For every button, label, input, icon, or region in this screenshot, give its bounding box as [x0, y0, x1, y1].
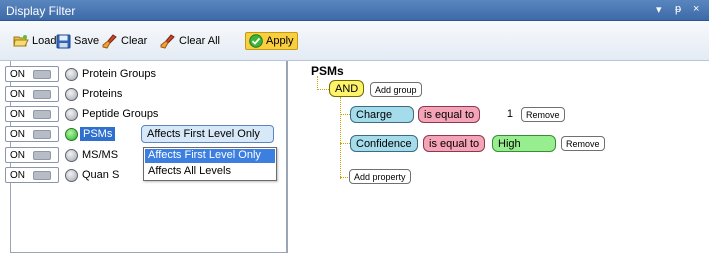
scope-option[interactable]: Affects First Level Only — [145, 149, 275, 163]
group-operator-pill[interactable]: AND — [329, 80, 365, 97]
pin-icon[interactable]: ᵽ — [675, 3, 681, 15]
floppy-disk-icon — [56, 34, 71, 48]
scope-dropdown-list: Affects First Level Only Affects All Lev… — [143, 147, 277, 181]
level-label: Protein Groups — [82, 68, 156, 80]
condition-property-pill[interactable]: Confidence — [350, 135, 418, 152]
status-radio-icon[interactable] — [65, 67, 78, 81]
folder-open-icon — [13, 35, 29, 47]
status-radio-icon[interactable] — [65, 127, 78, 141]
remove-condition-button[interactable]: Remove — [561, 136, 605, 151]
filter-root-label: PSMs — [311, 64, 344, 78]
clear-all-label: Clear All — [179, 35, 220, 47]
level-row-peptide-groups[interactable]: ON Peptide Groups — [5, 105, 158, 123]
condition-value-pill[interactable]: High — [492, 135, 556, 152]
remove-condition-button[interactable]: Remove — [521, 107, 565, 122]
clear-button[interactable]: Clear — [99, 32, 150, 50]
level-row-psms[interactable]: ON PSMs — [5, 125, 116, 143]
condition-value-field[interactable]: 1 — [486, 106, 518, 123]
broom-icon — [160, 33, 175, 49]
close-icon[interactable]: × — [693, 3, 699, 15]
level-row-msms[interactable]: ON MS/MS — [5, 146, 118, 164]
clear-label: Clear — [121, 35, 148, 47]
save-button[interactable]: Save — [53, 32, 102, 50]
level-row-quan-spectra[interactable]: ON Quan S — [5, 166, 119, 184]
level-label: Peptide Groups — [82, 108, 159, 120]
tree-connector — [340, 114, 350, 115]
level-row-protein-groups[interactable]: ON Protein Groups — [5, 65, 156, 83]
save-label: Save — [74, 35, 100, 47]
level-toggle[interactable]: ON — [5, 106, 59, 122]
condition-property-pill[interactable]: Charge — [350, 106, 414, 123]
scope-option[interactable]: Affects All Levels — [144, 164, 276, 179]
tree-connector — [317, 76, 318, 90]
apply-label: Apply — [266, 35, 294, 47]
level-label: MS/MS — [82, 149, 119, 161]
level-toggle[interactable]: ON — [5, 126, 59, 142]
dropdown-arrow-icon[interactable]: ▾ — [656, 3, 662, 16]
condition-operator-pill[interactable]: is equal to — [418, 106, 481, 123]
apply-button[interactable]: Apply — [245, 32, 298, 50]
scope-combo-box[interactable]: Affects First Level Only — [141, 125, 274, 143]
add-property-button[interactable]: Add property — [349, 169, 411, 184]
add-group-button[interactable]: Add group — [370, 82, 422, 97]
condition-operator-pill[interactable]: is equal to — [423, 135, 486, 152]
level-label: Proteins — [82, 88, 123, 100]
window-title: Display Filter — [6, 4, 76, 18]
status-radio-icon[interactable] — [65, 107, 78, 121]
tree-connector — [317, 89, 329, 90]
level-label: Quan S — [82, 169, 120, 181]
clear-all-button[interactable]: Clear All — [157, 32, 223, 50]
level-toggle[interactable]: ON — [5, 147, 59, 163]
toolbar: Load Save Clear Clear All Apply — [0, 21, 709, 61]
window-title-bar: Display Filter ▾ ᵽ × — [0, 0, 709, 21]
level-label: PSMs — [80, 127, 116, 141]
broom-icon — [102, 33, 117, 49]
tree-connector — [340, 143, 350, 144]
status-radio-icon[interactable] — [65, 87, 78, 101]
level-toggle[interactable]: ON — [5, 86, 59, 102]
level-toggle[interactable]: ON — [5, 167, 59, 183]
status-radio-icon[interactable] — [65, 168, 78, 182]
checkmark-icon — [249, 34, 263, 48]
level-row-proteins[interactable]: ON Proteins — [5, 85, 122, 103]
tree-connector — [340, 97, 341, 179]
status-radio-icon[interactable] — [65, 148, 78, 162]
level-toggle[interactable]: ON — [5, 66, 59, 82]
